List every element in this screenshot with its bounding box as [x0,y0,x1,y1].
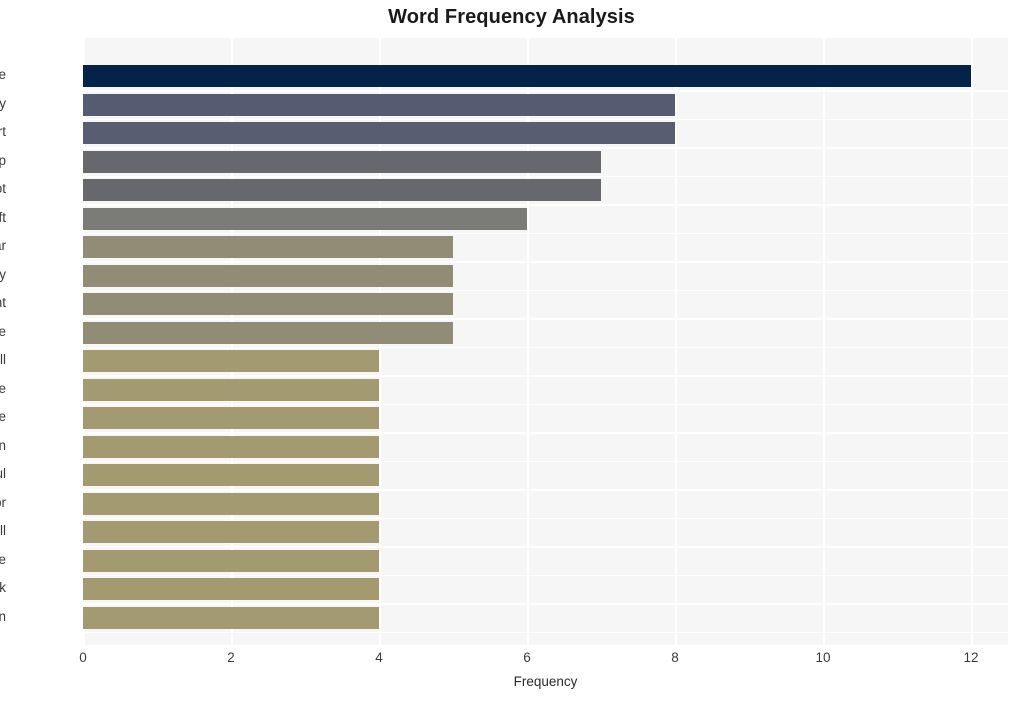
gridline-row [83,403,1008,406]
chart-title: Word Frequency Analysis [388,6,635,28]
gridline-row [83,432,1008,434]
bar-kill [83,350,379,372]
gridline-row [83,118,1008,121]
x-tick-label-0: 0 [79,650,87,665]
gridline-row [83,489,1008,491]
gridline-row [83,375,1008,377]
bar-khan [83,606,379,629]
y-tick-label-hear: hear [0,238,6,253]
y-tick-label-president: president [0,295,6,310]
gridline-row [83,90,1008,92]
y-tick-label-people: people [0,323,6,339]
x-tick-label-12: 12 [963,650,979,665]
y-tick-label-ballot: ballot [0,181,6,196]
bar-toggle [83,407,379,429]
gridline-row [83,318,1008,320]
y-tick-label-theft: theft [0,209,6,225]
gridline-x-8 [675,38,677,645]
y-tick-label-trump: trump [0,152,6,168]
gridline-row [83,517,1008,520]
x-tick-label-10: 10 [815,650,831,665]
y-tick-label-getty: getty [0,95,6,111]
gridline-row [83,261,1008,263]
y-tick-label-paul: paul [0,466,6,481]
gridline-row [83,147,1008,149]
bar-getty [83,93,675,116]
x-tick-label-2: 2 [227,650,235,665]
y-tick-label-state: state [0,551,6,567]
gridline-x-12 [971,38,973,645]
gridline-row [83,574,1008,577]
y-tick-label-kill: kill [0,352,6,367]
bar-today [83,264,453,287]
gridline-row [83,175,1008,178]
bar-ballot [83,179,601,201]
y-tick-label-khan: khan [0,608,6,624]
x-tick-label-4: 4 [375,650,383,665]
gridline-row [83,631,1008,634]
chart-figure: Word Frequency Analysis image getty art tru… [0,0,1023,701]
bar-trump [83,150,601,173]
y-tick-label-today: today [0,266,6,282]
y-tick-label-toggle: toggle [0,409,6,424]
y-tick-label-npr: npr [0,494,6,510]
bar-paul [83,464,379,486]
bar-image [83,65,971,87]
bar-people [83,321,453,344]
y-tick-label-enlarge: enlarge [0,380,6,396]
bar-president [83,293,453,315]
bar-theft [83,207,527,230]
y-tick-label-tell: tell [0,523,6,538]
bar-attack [83,578,379,600]
bar-hear [83,236,453,258]
bar-enlarge [83,378,379,401]
gridline-row [83,232,1008,235]
gridline-row [83,204,1008,206]
bar-state [83,549,379,572]
gridline-x-10 [823,38,825,645]
gridline-row [83,546,1008,548]
x-tick-label-8: 8 [671,650,679,665]
bar-npr [83,492,379,515]
y-tick-label-art: art [0,124,6,139]
gridline-row [83,460,1008,463]
y-tick-label-attack: attack [0,580,6,595]
y-tick-label-caption: caption [0,437,6,453]
gridline-row [83,289,1008,292]
bar-tell [83,521,379,543]
x-tick-label-6: 6 [523,650,531,665]
bar-art [83,122,675,144]
y-tick-label-image: image [0,67,6,82]
plot-area [83,38,1008,645]
bar-caption [83,435,379,458]
gridline-row [83,346,1008,349]
x-axis-label: Frequency [513,674,578,689]
gridline-row [83,603,1008,605]
